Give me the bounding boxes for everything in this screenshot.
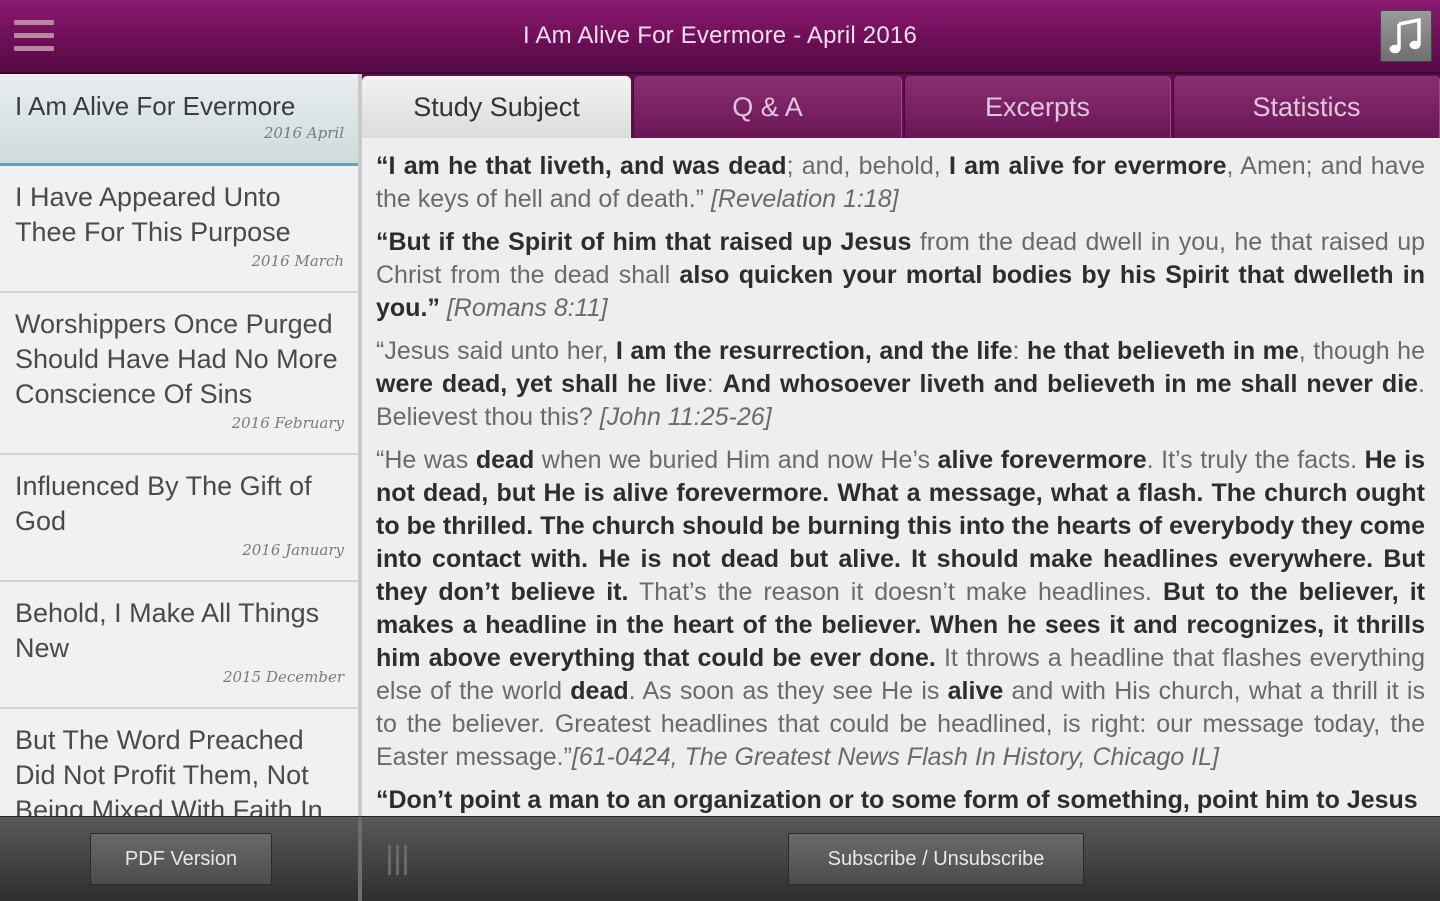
- sidebar-list: I Am Alive For Evermore 2016 April I Hav…: [0, 74, 358, 816]
- tab-q-and-a[interactable]: Q & A: [633, 76, 902, 138]
- sidebar-item-title: But The Word Preached Did Not Profit The…: [15, 725, 323, 816]
- sidebar-item[interactable]: Influenced By The Gift of God 2016 Janua…: [0, 455, 358, 582]
- text: “Jesus said unto her,: [376, 337, 616, 365]
- scripture-reference: [Revelation 1:18]: [710, 185, 899, 213]
- bottom-toolbar: PDF Version Subscribe / Unsubscribe: [0, 816, 1440, 901]
- sidebar-item[interactable]: I Have Appeared Unto Thee For This Purpo…: [0, 166, 358, 293]
- bold-text: alive forevermore: [937, 446, 1147, 474]
- sidebar-item[interactable]: Behold, I Make All Things New 2015 Decem…: [0, 582, 358, 709]
- text: , though he: [1298, 337, 1425, 365]
- sidebar-item-date: 2016 January: [242, 541, 344, 559]
- bold-text: I am the resurrection, and the life: [615, 337, 1013, 365]
- bold-text: “But if the Spirit of him that raised up…: [376, 228, 912, 256]
- page-title: I Am Alive For Evermore - April 2016: [522, 22, 917, 49]
- bold-text: dead: [475, 446, 535, 474]
- sidebar-item-title: Influenced By The Gift of God: [15, 471, 312, 536]
- text: ; and, behold,: [786, 152, 949, 180]
- paragraph: “I am he that liveth, and was dead; and,…: [376, 150, 1425, 216]
- text: That’s the reason it doesn’t make headli…: [628, 578, 1163, 606]
- bold-text: “Don’t point a man to an organization or…: [376, 786, 1418, 814]
- text: :: [706, 370, 723, 398]
- subscribe-button[interactable]: Subscribe / Unsubscribe: [788, 833, 1084, 885]
- sidebar-item[interactable]: Worshippers Once Purged Should Have Had …: [0, 293, 358, 455]
- sidebar-item-date: 2015 December: [223, 668, 344, 686]
- bold-text: alive: [947, 677, 1004, 705]
- text: . It’s truly the facts.: [1146, 446, 1365, 474]
- sidebar-item-date: 2016 March: [251, 252, 344, 270]
- sidebar-item-title: Worshippers Once Purged Should Have Had …: [15, 309, 338, 409]
- title-bar: I Am Alive For Evermore - April 2016: [0, 0, 1440, 74]
- bold-text: I am alive for evermore: [948, 152, 1227, 180]
- paragraph: “But if the Spirit of him that raised up…: [376, 226, 1425, 325]
- music-note-icon: [1389, 18, 1421, 54]
- text: . As soon as they see He is: [628, 677, 948, 705]
- sidebar-item-date: 2016 April: [263, 124, 344, 142]
- pdf-version-button[interactable]: PDF Version: [90, 833, 272, 885]
- sidebar-item[interactable]: But The Word Preached Did Not Profit The…: [0, 709, 358, 816]
- scripture-reference: [John 11:25-26]: [599, 403, 772, 431]
- bold-text: he that believeth in me: [1026, 337, 1299, 365]
- tab-statistics[interactable]: Statistics: [1173, 76, 1440, 138]
- pane-divider-bottom: [358, 817, 362, 901]
- sidebar-item-date: 2016 February: [231, 414, 344, 432]
- bold-text: “I am he that liveth, and was dead: [376, 152, 787, 180]
- bold-text: And whosoever liveth and believeth in me…: [722, 370, 1419, 398]
- sidebar-item-title: I Am Alive For Evermore: [15, 91, 296, 121]
- drag-handle-icon[interactable]: [388, 845, 416, 875]
- sidebar-item-title: Behold, I Make All Things New: [15, 598, 320, 663]
- text: when we buried Him and now He’s: [534, 446, 938, 474]
- text: “He was: [376, 446, 476, 474]
- paragraph: “Jesus said unto her, I am the resurrect…: [376, 335, 1425, 434]
- tab-bar: Study Subject Q & A Excerpts Statistics: [362, 74, 1440, 138]
- sidebar-item-active[interactable]: I Am Alive For Evermore 2016 April: [0, 74, 358, 166]
- tab-excerpts[interactable]: Excerpts: [904, 76, 1171, 138]
- study-content[interactable]: “I am he that liveth, and was dead; and,…: [362, 138, 1440, 816]
- paragraph: “He was dead when we buried Him and now …: [376, 444, 1425, 774]
- sidebar-item-title: I Have Appeared Unto Thee For This Purpo…: [15, 182, 291, 247]
- text: :: [1012, 337, 1027, 365]
- paragraph: “Don’t point a man to an organization or…: [376, 784, 1425, 816]
- tab-study-subject[interactable]: Study Subject: [362, 76, 631, 138]
- music-button[interactable]: [1380, 10, 1432, 62]
- bold-text: were dead, yet shall he live: [376, 370, 707, 398]
- bold-text: dead: [570, 677, 629, 705]
- scripture-reference: [Romans 8:11]: [439, 294, 608, 322]
- quote-reference: [61-0424, The Greatest News Flash In His…: [571, 743, 1219, 771]
